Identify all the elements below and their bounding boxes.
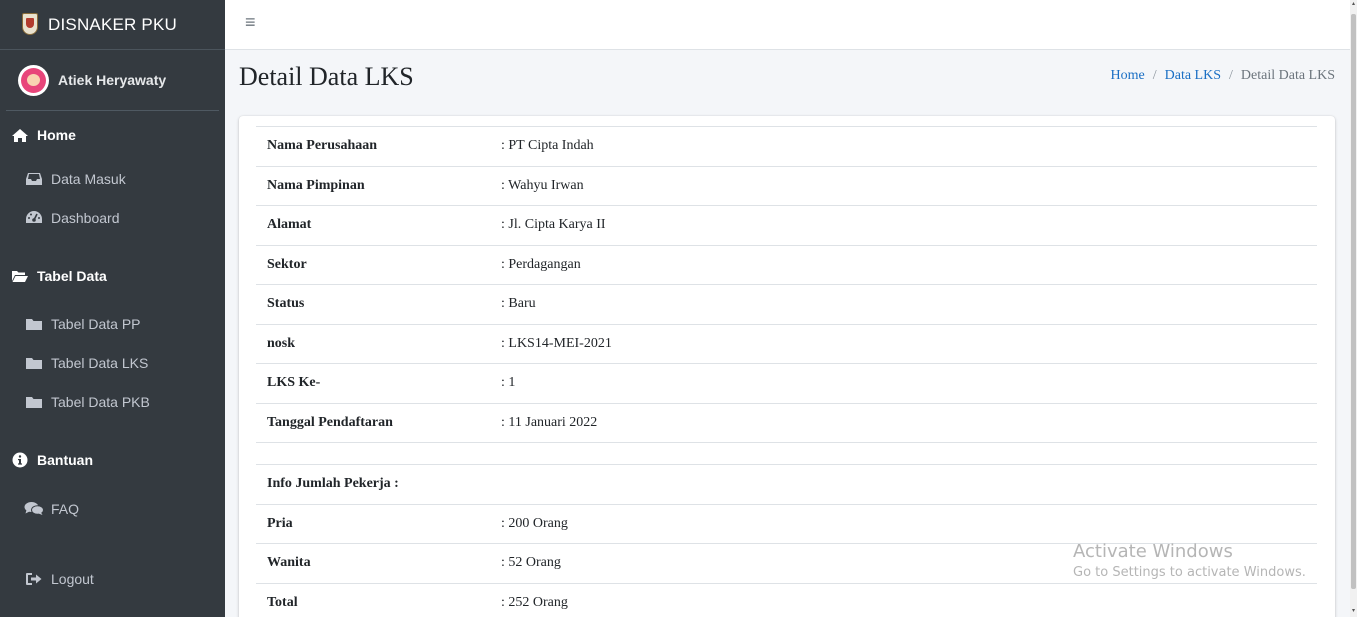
sidebar-item-label: Dashboard	[51, 209, 120, 226]
detail-row-workers-header: Info Jumlah Pekerja :	[256, 464, 1317, 504]
scroll-down-icon[interactable]: ▾	[1350, 607, 1357, 615]
detail-value: : Wahyu Irwan	[490, 165, 1317, 206]
sidebar-item-tabel-data-pkb[interactable]: Tabel Data PKB	[0, 382, 225, 421]
detail-label: Nama Pimpinan	[256, 165, 490, 206]
scroll-up-icon[interactable]: ▴	[1350, 0, 1357, 7]
sidebar-item-logout[interactable]: Logout	[0, 559, 225, 598]
detail-value: : LKS14-MEI-2021	[490, 323, 1317, 364]
avatar	[18, 64, 49, 96]
window-scrollbar[interactable]: ▴ ▾	[1350, 0, 1357, 617]
detail-value: : Jl. Cipta Karya II	[490, 205, 1317, 245]
info-circle-icon	[10, 452, 30, 468]
detail-label: nosk	[256, 323, 490, 364]
sidebar-header-label: Home	[37, 127, 76, 143]
sidebar-item-label: Tabel Data PP	[51, 315, 141, 332]
scrollbar-thumb[interactable]	[1351, 14, 1356, 589]
detail-row-nosk: nosk : LKS14-MEI-2021	[256, 323, 1317, 364]
home-icon	[10, 127, 30, 143]
detail-value	[490, 464, 1317, 504]
hamburger-icon[interactable]: ≡	[245, 12, 256, 33]
detail-value: : 52 Orang	[490, 543, 1317, 583]
detail-value: : 1	[490, 363, 1317, 403]
folder-icon	[24, 355, 44, 371]
detail-label: Alamat	[256, 205, 490, 245]
folder-open-icon	[10, 268, 30, 284]
sidebar-header-home[interactable]: Home	[0, 111, 225, 159]
sidebar-item-label: Data Masuk	[51, 170, 126, 187]
inbox-icon	[24, 171, 44, 187]
detail-label: Pria	[256, 503, 490, 544]
sidebar-header-tabel-data[interactable]: Tabel Data	[0, 237, 225, 304]
detail-label: Status	[256, 284, 490, 324]
sidebar-item-dashboard[interactable]: Dashboard	[0, 198, 225, 237]
detail-row-status: Status : Baru	[256, 284, 1317, 324]
folder-icon	[24, 394, 44, 410]
sidebar-item-label: Tabel Data PKB	[51, 393, 150, 410]
detail-row-sektor: Sektor : Perdagangan	[256, 244, 1317, 285]
breadcrumb-current: Detail Data LKS	[1240, 68, 1335, 83]
detail-value: : 200 Orang	[490, 503, 1317, 544]
detail-value: : Baru	[490, 284, 1317, 324]
sidebar-item-data-masuk[interactable]: Data Masuk	[0, 159, 225, 198]
detail-row-total: Total : 252 Orang	[256, 582, 1317, 617]
detail-label: Total	[256, 582, 490, 617]
sidebar-nav: Home Data Masuk Dashboard Tabel Data Tab…	[0, 111, 225, 598]
sidebar-item-label: Tabel Data LKS	[51, 354, 149, 371]
user-name: Atiek Heryawaty	[58, 72, 167, 88]
page-title: Detail Data LKS	[239, 62, 414, 91]
sidebar-header-bantuan[interactable]: Bantuan	[0, 421, 225, 489]
detail-row-lks-ke: LKS Ke- : 1	[256, 363, 1317, 403]
detail-row-nama-perusahaan: Nama Perusahaan : PT Cipta Indah	[256, 126, 1317, 166]
spacer-cell	[490, 442, 1317, 465]
breadcrumb: Home / Data LKS / Detail Data LKS	[1111, 68, 1335, 84]
spacer-cell	[256, 442, 490, 465]
sidebar-item-tabel-data-pp[interactable]: Tabel Data PP	[0, 304, 225, 343]
brand-link[interactable]: DISNAKER PKU	[0, 0, 225, 50]
detail-label: Sektor	[256, 244, 490, 285]
top-navbar: ≡	[225, 0, 1350, 50]
detail-value: : 11 Januari 2022	[490, 402, 1317, 443]
tachometer-icon	[24, 210, 44, 226]
comments-icon	[24, 501, 44, 517]
detail-label: Tanggal Pendaftaran	[256, 402, 490, 443]
brand-logo-icon	[20, 12, 40, 38]
detail-label: LKS Ke-	[256, 363, 490, 403]
detail-row-wanita: Wanita : 52 Orang	[256, 543, 1317, 583]
sidebar-item-tabel-data-lks[interactable]: Tabel Data LKS	[0, 343, 225, 382]
user-panel[interactable]: Atiek Heryawaty	[6, 50, 219, 111]
detail-table: Nama Perusahaan : PT Cipta Indah Nama Pi…	[256, 126, 1317, 617]
detail-row-nama-pimpinan: Nama Pimpinan : Wahyu Irwan	[256, 165, 1317, 206]
sidebar-header-label: Tabel Data	[37, 267, 107, 284]
sidebar-item-label: FAQ	[51, 500, 80, 517]
detail-card: Nama Perusahaan : PT Cipta Indah Nama Pi…	[239, 116, 1335, 617]
detail-value: : Perdagangan	[490, 244, 1317, 285]
detail-label: Wanita	[256, 543, 490, 583]
breadcrumb-home-link[interactable]: Home	[1111, 68, 1145, 84]
detail-row-pria: Pria : 200 Orang	[256, 503, 1317, 544]
detail-label: Nama Perusahaan	[256, 126, 490, 166]
detail-value: : 252 Orang	[490, 582, 1317, 617]
brand-title: DISNAKER PKU	[48, 14, 177, 34]
detail-value: : PT Cipta Indah	[490, 126, 1317, 166]
breadcrumb-data-lks-link[interactable]: Data LKS	[1165, 68, 1221, 84]
detail-row-tanggal-pendaftaran: Tanggal Pendaftaran : 11 Januari 2022	[256, 402, 1317, 443]
workers-section-title: Info Jumlah Pekerja :	[256, 464, 490, 504]
breadcrumb-separator: /	[1152, 68, 1157, 83]
sidebar: DISNAKER PKU Atiek Heryawaty Home Data M…	[0, 0, 225, 617]
sidebar-item-faq[interactable]: FAQ	[0, 489, 225, 528]
sign-out-icon	[24, 571, 44, 587]
sidebar-item-label: Logout	[51, 570, 94, 587]
sidebar-header-label: Bantuan	[37, 452, 93, 468]
folder-icon	[24, 316, 44, 332]
breadcrumb-separator: /	[1229, 68, 1233, 83]
detail-row-alamat: Alamat : Jl. Cipta Karya II	[256, 205, 1317, 245]
detail-spacer-row	[256, 442, 1317, 465]
